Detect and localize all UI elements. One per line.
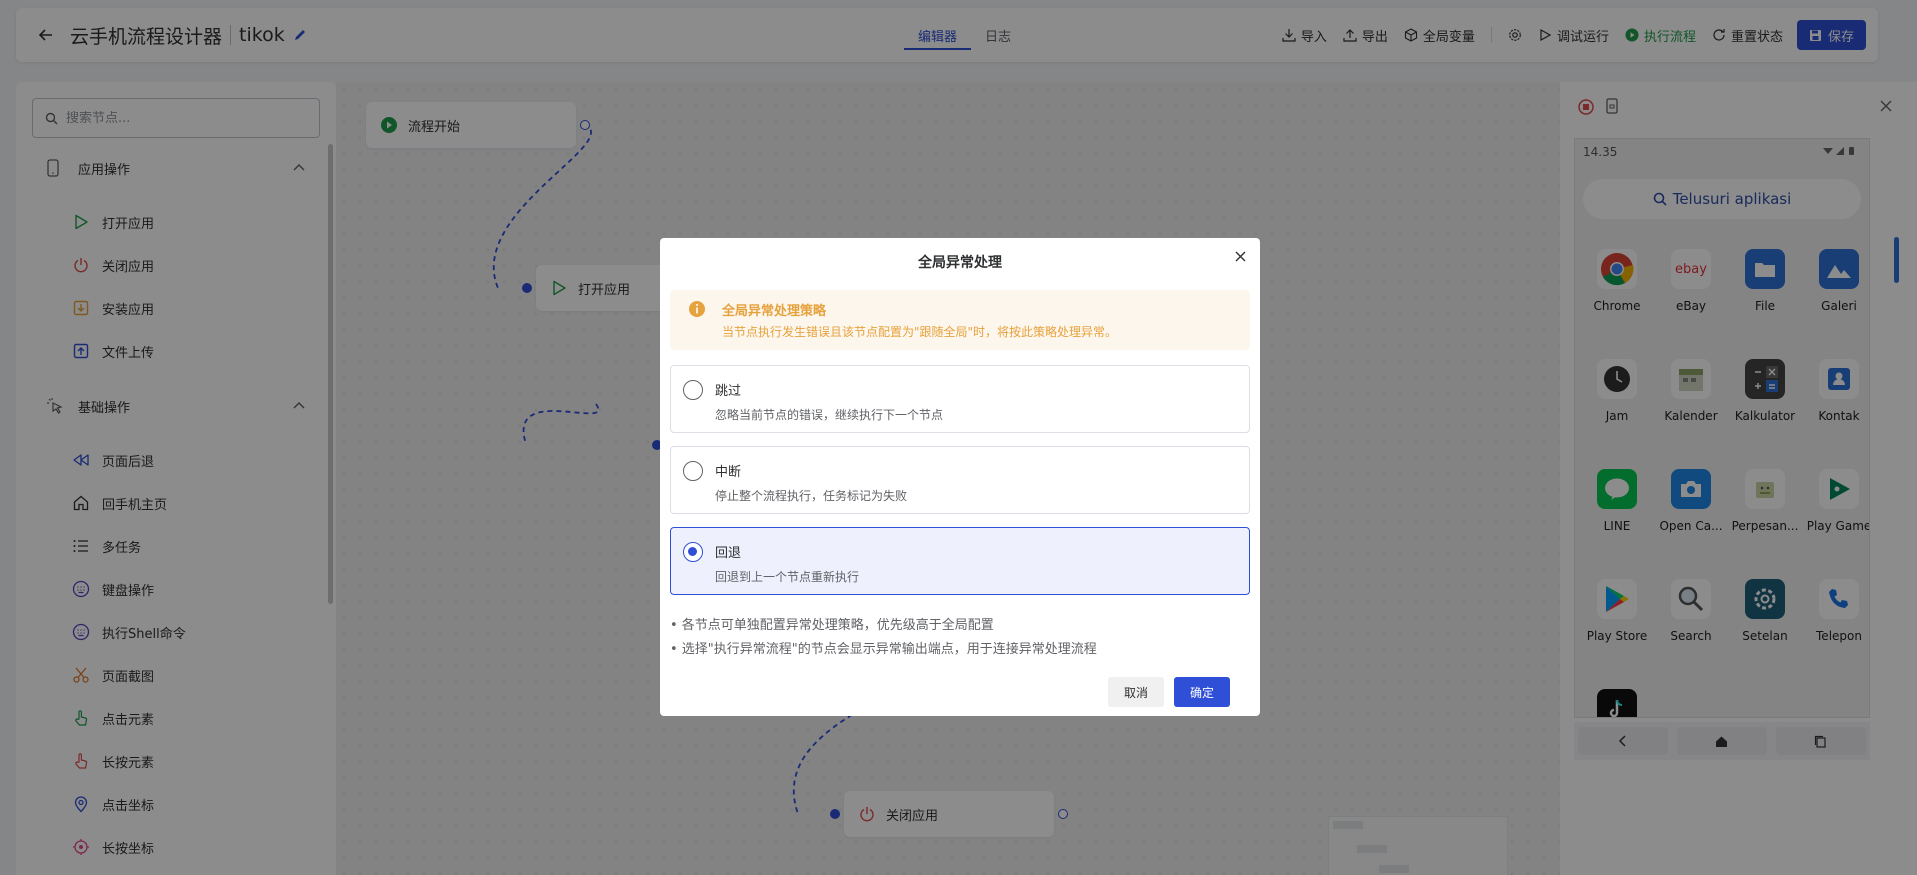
confirm-button[interactable]: 确定 xyxy=(1174,677,1230,707)
close-icon xyxy=(1235,251,1245,261)
info-circle-icon xyxy=(689,301,705,317)
option-description: 停止整个流程执行，任务标记为失败 xyxy=(715,489,908,503)
dialog-title: 全局异常处理 xyxy=(918,255,1002,271)
radio-rollback[interactable] xyxy=(683,542,703,562)
tip-line-2: • 选择"执行异常流程"的节点会显示异常输出端点，用于连接异常处理流程 xyxy=(670,642,1097,657)
warning-description: 当节点执行发生错误且该节点配置为"跟随全局"时，将按此策略处理异常。 xyxy=(722,325,1118,339)
option-description: 回退到上一个节点重新执行 xyxy=(715,570,860,584)
option-label: 中断 xyxy=(715,465,742,480)
option-rollback[interactable]: 回退 回退到上一个节点重新执行 xyxy=(670,527,1250,595)
dialog-close-button[interactable] xyxy=(1230,246,1250,266)
tip-line-1: • 各节点可单独配置异常处理策略，优先级高于全局配置 xyxy=(670,618,994,633)
strategy-warning-alert: 全局异常处理策略 当节点执行发生错误且该节点配置为"跟随全局"时，将按此策略处理… xyxy=(670,290,1250,350)
option-skip[interactable]: 跳过 忽略当前节点的错误，继续执行下一个节点 xyxy=(670,365,1250,433)
cancel-button[interactable]: 取消 xyxy=(1108,677,1164,707)
global-exception-dialog: 全局异常处理 全局异常处理策略 当节点执行发生错误且该节点配置为"跟随全局"时，… xyxy=(660,238,1260,716)
warning-title: 全局异常处理策略 xyxy=(722,304,827,319)
radio-abort[interactable] xyxy=(683,461,703,481)
radio-skip[interactable] xyxy=(683,380,703,400)
option-description: 忽略当前节点的错误，继续执行下一个节点 xyxy=(715,408,944,422)
option-label: 回退 xyxy=(715,546,742,561)
option-label: 跳过 xyxy=(715,384,742,399)
option-abort[interactable]: 中断 停止整个流程执行，任务标记为失败 xyxy=(670,446,1250,514)
